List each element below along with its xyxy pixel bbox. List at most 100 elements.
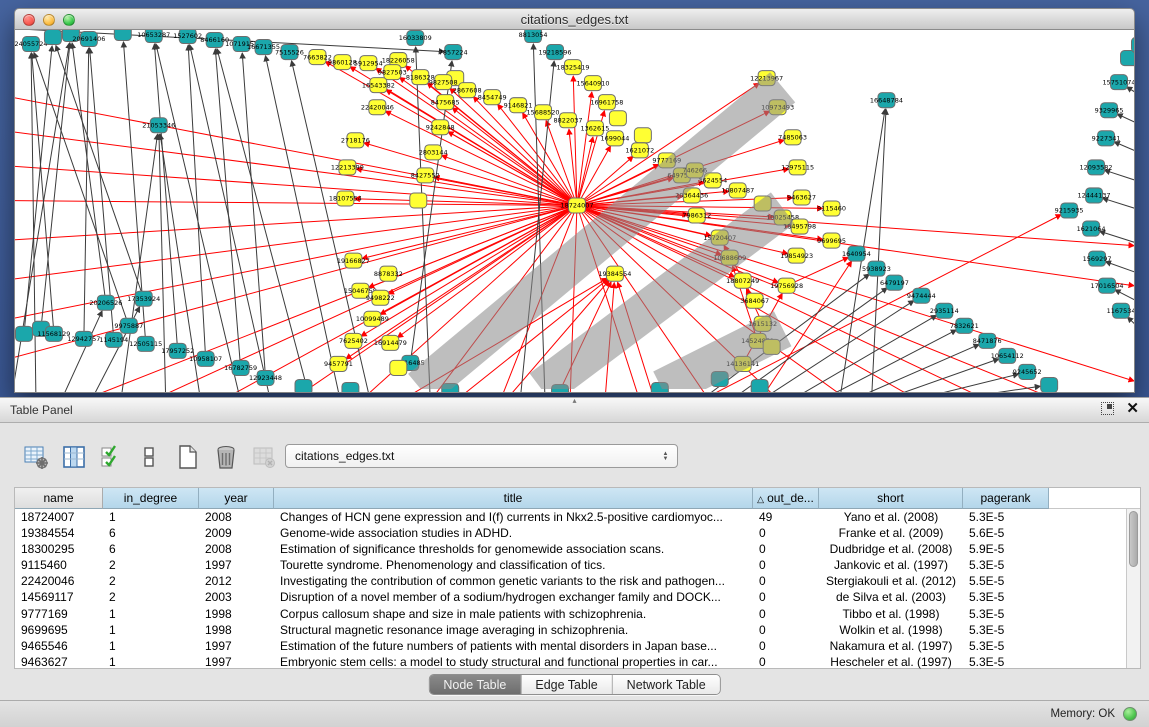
- unselect-rows-button[interactable]: [136, 444, 163, 471]
- float-panel-icon[interactable]: [1101, 402, 1114, 415]
- cell-out-de-: 49: [753, 509, 819, 525]
- table-row[interactable]: 1938455462009Genome-wide association stu…: [15, 525, 1140, 541]
- memory-status-label: Memory: OK: [1050, 708, 1115, 720]
- cell-title: Structural magnetic resonance image aver…: [274, 622, 753, 638]
- cell-title: Changes of HCN gene expression and I(f) …: [274, 509, 753, 525]
- tab-network-table[interactable]: Network Table: [613, 675, 720, 694]
- cell-short: Nakamura et al. (1997): [819, 638, 963, 654]
- table-panel: ▴ Table Panel ✕: [0, 397, 1149, 727]
- table-toolbar: f(x): [22, 442, 315, 472]
- cell-out-de-: 0: [753, 573, 819, 589]
- cell-short: Yano et al. (2008): [819, 509, 963, 525]
- tab-edge-table[interactable]: Edge Table: [521, 675, 612, 694]
- node-table: namein_degreeyeartitle△out_de...shortpag…: [14, 487, 1141, 669]
- delete-table-icon: [251, 444, 277, 470]
- cell-name: 9699695: [15, 622, 103, 638]
- cell-short: Dudbridge et al. (2008): [819, 541, 963, 557]
- table-row[interactable]: 977716911998Corpus callosum shape and si…: [15, 606, 1140, 622]
- column-header-in-degree[interactable]: in_degree: [103, 488, 199, 509]
- table-selector-dropdown[interactable]: citations_edges.txt ▲▼: [285, 444, 678, 468]
- cell-in-degree: 1: [103, 606, 199, 622]
- cell-pagerank: 5.3E-5: [963, 622, 1049, 638]
- cell-in-degree: 2: [103, 557, 199, 573]
- cell-title: Disruption of a novel member of a sodium…: [274, 589, 753, 605]
- cell-out-de-: 0: [753, 541, 819, 557]
- scrollbar-thumb[interactable]: [1129, 511, 1138, 567]
- table-row[interactable]: 969969511998Structural magnetic resonanc…: [15, 622, 1140, 638]
- cell-title: Estimation of significance thresholds fo…: [274, 541, 753, 557]
- tab-node-table[interactable]: Node Table: [429, 675, 521, 694]
- cell-pagerank: 5.3E-5: [963, 589, 1049, 605]
- sort-ascending-icon: △: [757, 494, 764, 504]
- cell-pagerank: 5.3E-5: [963, 557, 1049, 573]
- cell-in-degree: 2: [103, 589, 199, 605]
- cell-in-degree: 1: [103, 654, 199, 670]
- cell-title: Embryonic stem cells: a model to study s…: [274, 654, 753, 670]
- column-header-pagerank[interactable]: pagerank: [963, 488, 1049, 509]
- show-columns-icon: [61, 444, 87, 470]
- table-row[interactable]: 1872400712008Changes of HCN gene express…: [15, 509, 1140, 525]
- cell-year: 2003: [199, 589, 274, 605]
- table-scrollbar[interactable]: [1126, 509, 1140, 668]
- cell-short: de Silva et al. (2003): [819, 589, 963, 605]
- select-all-rows-icon: [99, 444, 125, 470]
- cell-pagerank: 5.3E-5: [963, 509, 1049, 525]
- table-type-tabs: Node TableEdge TableNetwork Table: [428, 674, 720, 695]
- new-document-button[interactable]: [174, 444, 201, 471]
- column-header-year[interactable]: year: [199, 488, 274, 509]
- cell-pagerank: 5.5E-5: [963, 573, 1049, 589]
- cell-in-degree: 6: [103, 525, 199, 541]
- select-all-rows-button[interactable]: [98, 444, 125, 471]
- cell-out-de-: 0: [753, 557, 819, 573]
- graph-node[interactable]: [1132, 38, 1134, 53]
- resize-grip-icon[interactable]: [12, 27, 1131, 389]
- cell-name: 19384554: [15, 525, 103, 541]
- cell-pagerank: 5.3E-5: [963, 606, 1049, 622]
- table-row[interactable]: 1830029562008Estimation of significance …: [15, 541, 1140, 557]
- unselect-rows-icon: [137, 444, 163, 470]
- table-row[interactable]: 1456911722003Disruption of a novel membe…: [15, 589, 1140, 605]
- cell-name: 9463627: [15, 654, 103, 670]
- cell-year: 1997: [199, 557, 274, 573]
- network-canvas[interactable]: 2405572420691406106532871527602846616010…: [14, 30, 1135, 393]
- cell-out-de-: 0: [753, 589, 819, 605]
- cell-short: Wolkin et al. (1998): [819, 622, 963, 638]
- network-view-window: citations_edges.txt 24055724206914061065…: [14, 8, 1135, 393]
- cell-name: 18300295: [15, 541, 103, 557]
- column-header-out-de-[interactable]: △out_de...: [753, 488, 819, 509]
- cell-pagerank: 5.3E-5: [963, 654, 1049, 670]
- cell-pagerank: 5.3E-5: [963, 638, 1049, 654]
- column-header-title[interactable]: title: [274, 488, 753, 509]
- window-title: citations_edges.txt: [15, 12, 1134, 27]
- trash-icon: [213, 444, 239, 470]
- table-row[interactable]: 911546021997Tourette syndrome. Phenomeno…: [15, 557, 1140, 573]
- show-columns-button[interactable]: [60, 444, 87, 471]
- cell-year: 1998: [199, 622, 274, 638]
- cell-name: 9777169: [15, 606, 103, 622]
- memory-status-indicator[interactable]: [1123, 707, 1137, 721]
- table-selector-value: citations_edges.txt: [295, 449, 394, 463]
- table-body: 1872400712008Changes of HCN gene express…: [15, 509, 1140, 670]
- cell-short: Hescheler et al. (1997): [819, 654, 963, 670]
- cell-year: 1998: [199, 606, 274, 622]
- column-header-short[interactable]: short: [819, 488, 963, 509]
- delete-table-button[interactable]: [250, 444, 277, 471]
- cell-out-de-: 0: [753, 654, 819, 670]
- table-panel-header: ▴ Table Panel ✕: [0, 398, 1149, 423]
- desktop: { "window": { "title": "citations_edges.…: [0, 0, 1149, 727]
- cell-short: Franke et al. (2009): [819, 525, 963, 541]
- cell-in-degree: 1: [103, 638, 199, 654]
- cell-in-degree: 6: [103, 541, 199, 557]
- cell-name: 22420046: [15, 573, 103, 589]
- table-row[interactable]: 946362711997Embryonic stem cells: a mode…: [15, 654, 1140, 670]
- table-row[interactable]: 2242004622012Investigating the contribut…: [15, 573, 1140, 589]
- table-panel-title: Table Panel: [10, 403, 73, 417]
- panel-collapse-handle[interactable]: ▴: [572, 397, 576, 405]
- column-header-name[interactable]: name: [15, 488, 103, 509]
- table-row[interactable]: 946554611997Estimation of the future num…: [15, 638, 1140, 654]
- cell-year: 2008: [199, 509, 274, 525]
- table-settings-button[interactable]: [22, 444, 49, 471]
- status-bar: Memory: OK: [0, 700, 1149, 727]
- close-panel-icon[interactable]: ✕: [1126, 402, 1139, 415]
- delete-rows-button[interactable]: [212, 444, 239, 471]
